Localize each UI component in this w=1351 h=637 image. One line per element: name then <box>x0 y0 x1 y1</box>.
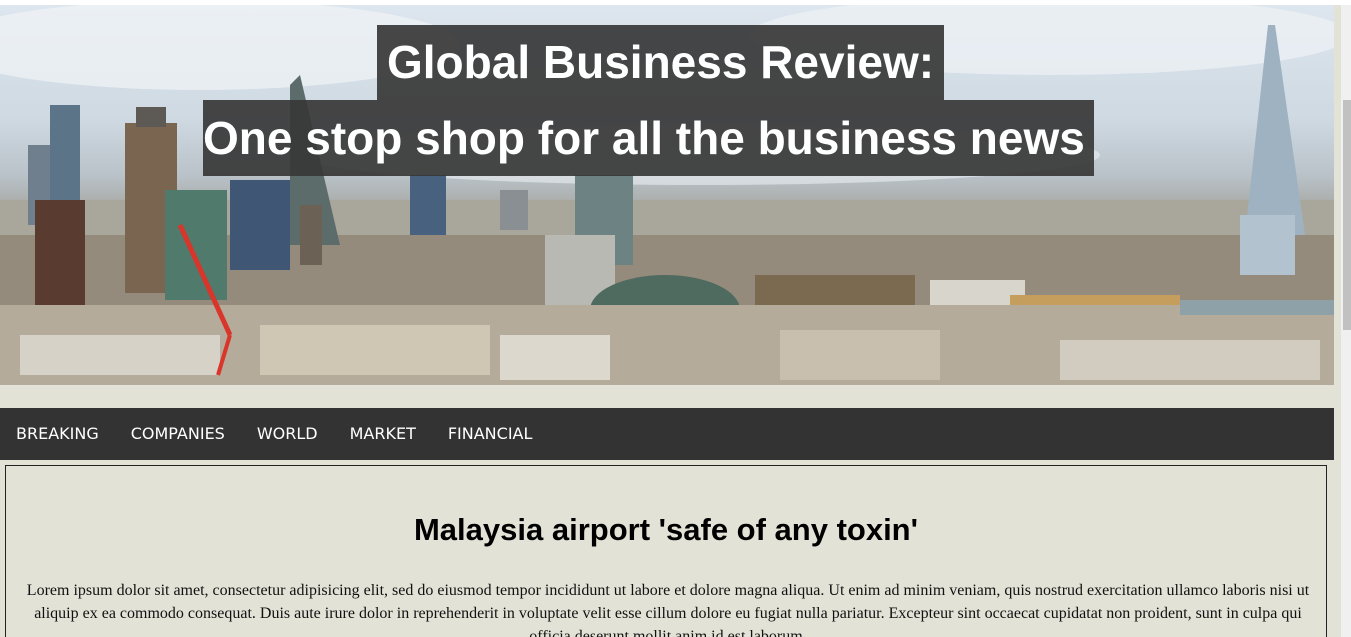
site-subtitle: One stop shop for all the business news <box>203 100 1094 176</box>
page: Global Business Review: One stop shop fo… <box>0 0 1351 637</box>
vertical-scrollbar[interactable] <box>1341 5 1351 637</box>
nav-item-breaking[interactable]: BREAKING <box>0 408 115 460</box>
article-title: Malaysia airport 'safe of any toxin' <box>413 512 918 547</box>
nav-item-world[interactable]: WORLD <box>241 408 334 460</box>
article-card: Malaysia airport 'safe of any toxin' Lor… <box>5 465 1327 637</box>
site-title: Global Business Review: <box>377 25 945 100</box>
nav-item-market[interactable]: MARKET <box>334 408 432 460</box>
nav-item-companies[interactable]: COMPANIES <box>115 408 241 460</box>
article-body: Lorem ipsum dolor sit amet, consectetur … <box>26 582 1310 637</box>
hero-banner: Global Business Review: One stop shop fo… <box>0 5 1334 385</box>
nav-item-financial[interactable]: FINANCIAL <box>432 408 549 460</box>
scrollbar-thumb[interactable] <box>1343 100 1351 330</box>
main-nav: BREAKING COMPANIES WORLD MARKET FINANCIA… <box>0 408 1334 460</box>
